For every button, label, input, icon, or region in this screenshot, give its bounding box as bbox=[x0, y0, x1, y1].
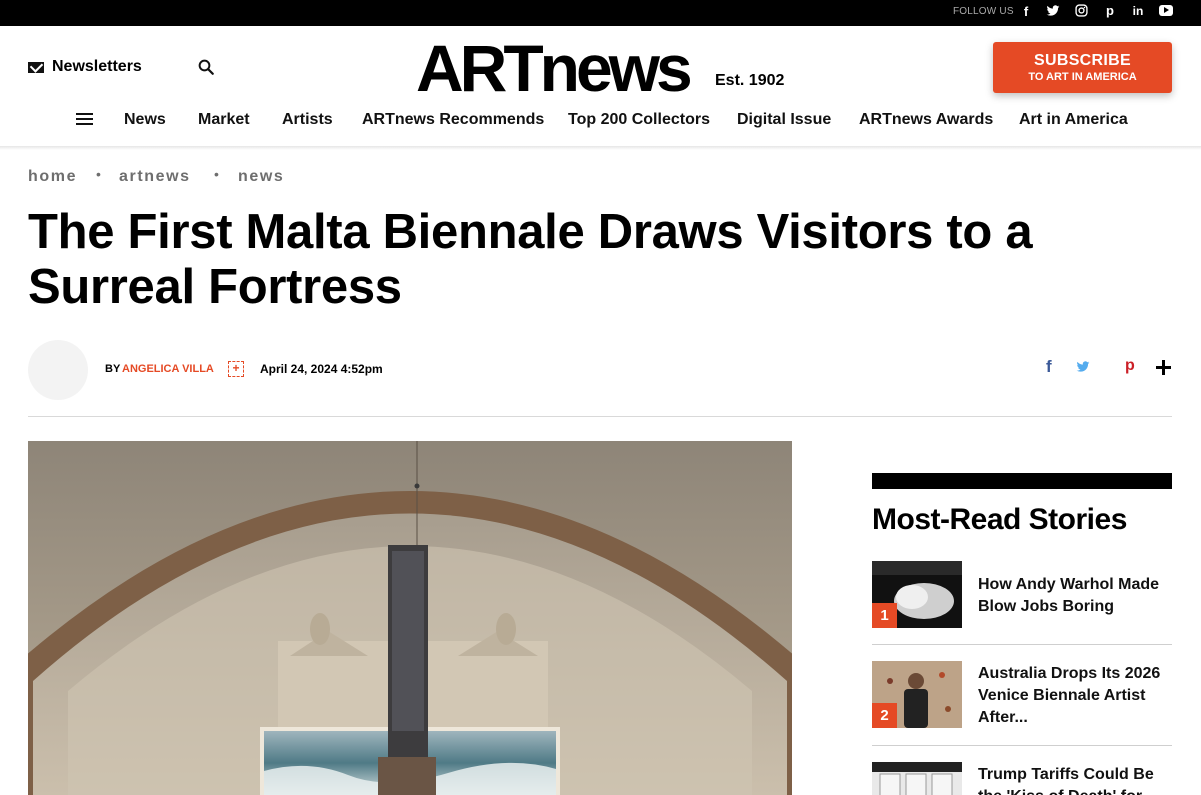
twitter-icon[interactable] bbox=[1046, 4, 1062, 20]
share-facebook-icon[interactable]: f bbox=[1046, 357, 1052, 377]
follow-us-label: FOLLOW US bbox=[953, 6, 1014, 17]
newsletters-button[interactable]: Newsletters bbox=[28, 58, 142, 76]
linkedin-icon[interactable]: in bbox=[1130, 2, 1146, 20]
author-avatar bbox=[28, 340, 88, 400]
nav-item-artnews-recommends[interactable]: ARTnews Recommends bbox=[362, 111, 544, 129]
story-thumbnail[interactable]: 2 bbox=[872, 661, 962, 728]
story-title-link[interactable]: How Andy Warhol Made Blow Jobs Boring bbox=[978, 574, 1168, 618]
breadcrumb-news[interactable]: news bbox=[238, 168, 284, 186]
most-read-title: Most-Read Stories bbox=[872, 503, 1127, 536]
nav-item-digital-issue[interactable]: Digital Issue bbox=[737, 111, 831, 129]
nav-item-market[interactable]: Market bbox=[198, 111, 250, 129]
story-title-link[interactable]: Australia Drops Its 2026 Venice Biennale… bbox=[978, 663, 1168, 729]
menu-icon[interactable] bbox=[76, 113, 93, 126]
nav-item-artnews-awards[interactable]: ARTnews Awards bbox=[859, 111, 993, 129]
facebook-icon[interactable]: f bbox=[1019, 3, 1033, 21]
story-divider bbox=[872, 644, 1172, 645]
envelope-icon bbox=[28, 61, 44, 73]
article-date: April 24, 2024 4:52pm bbox=[260, 362, 383, 376]
pinterest-icon[interactable]: p bbox=[1104, 2, 1116, 20]
story-rank: 1 bbox=[872, 603, 897, 628]
breadcrumb-home[interactable]: home bbox=[28, 168, 77, 186]
nav-item-top-200-collectors[interactable]: Top 200 Collectors bbox=[568, 111, 710, 129]
article-headline: The First Malta Biennale Draws Visitors … bbox=[28, 205, 1033, 314]
share-pinterest-icon[interactable]: p bbox=[1125, 357, 1135, 375]
nav-item-artists[interactable]: Artists bbox=[282, 111, 333, 129]
share-more-icon[interactable] bbox=[1155, 359, 1172, 376]
story-thumbnail[interactable]: 3 bbox=[872, 762, 962, 795]
site-logo[interactable]: ARTnews bbox=[416, 32, 693, 104]
nav-item-art-in-america[interactable]: Art in America bbox=[1019, 111, 1128, 129]
author-link[interactable]: ANGELICA VILLA bbox=[122, 363, 214, 375]
story-title-link[interactable]: Trump Tariffs Could Be the 'Kiss of Deat… bbox=[978, 764, 1168, 795]
subscribe-sub-label: TO ART IN AMERICA bbox=[1028, 71, 1137, 83]
youtube-icon[interactable] bbox=[1159, 5, 1173, 16]
share-twitter-icon[interactable] bbox=[1075, 360, 1092, 375]
breadcrumb-artnews[interactable]: artnews bbox=[119, 168, 191, 186]
breadcrumb-separator: • bbox=[96, 166, 101, 182]
subscribe-main-label: SUBSCRIBE bbox=[1034, 52, 1131, 69]
newsletters-label: Newsletters bbox=[52, 58, 142, 75]
nav-divider bbox=[0, 146, 1201, 150]
top-bar: FOLLOW US f p in bbox=[0, 0, 1201, 26]
byline-prefix: BY bbox=[105, 363, 121, 375]
follow-author-icon[interactable]: + bbox=[228, 361, 244, 377]
established-label: Est. 1902 bbox=[715, 72, 785, 89]
story-divider bbox=[872, 745, 1172, 746]
hero-image bbox=[28, 441, 792, 795]
search-icon[interactable] bbox=[197, 58, 217, 78]
breadcrumb-separator: • bbox=[214, 166, 219, 182]
instagram-icon[interactable] bbox=[1075, 4, 1089, 18]
sidebar-accent-bar bbox=[872, 473, 1172, 489]
byline-divider bbox=[28, 416, 1172, 417]
subscribe-button[interactable]: SUBSCRIBE TO ART IN AMERICA bbox=[993, 42, 1172, 93]
story-rank: 2 bbox=[872, 703, 897, 728]
story-thumbnail[interactable]: 1 bbox=[872, 561, 962, 628]
nav-item-news[interactable]: News bbox=[124, 111, 166, 129]
